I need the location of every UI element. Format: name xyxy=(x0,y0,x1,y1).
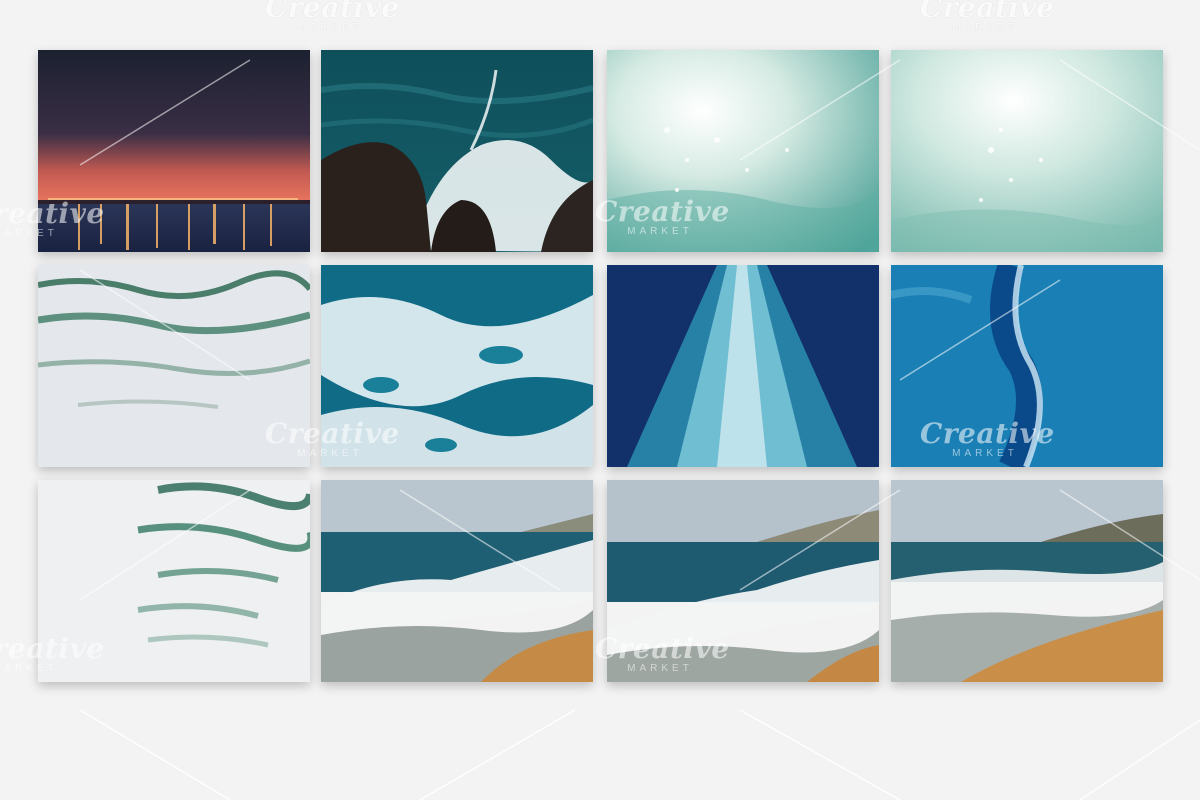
photo-night-harbor xyxy=(38,50,310,252)
photo-sea-foam xyxy=(321,265,593,467)
photo-wave-splash-rocks xyxy=(321,50,593,252)
photo-green-ripples xyxy=(38,480,310,682)
photo-sunlit-water-2 xyxy=(891,50,1163,252)
photo-boat-wake xyxy=(607,265,879,467)
watermark-top-left: Creative MARKET xyxy=(265,0,400,33)
photo-calm-ripples xyxy=(38,265,310,467)
photo-beach-wave-3 xyxy=(891,480,1163,682)
photo-grid xyxy=(38,50,1163,683)
photo-sunlit-water-1 xyxy=(607,50,879,252)
photo-blue-reflection xyxy=(891,265,1163,467)
photo-beach-wave-2 xyxy=(607,480,879,682)
watermark-top-right: Creative MARKET xyxy=(920,0,1055,33)
photo-beach-wave-1 xyxy=(321,480,593,682)
